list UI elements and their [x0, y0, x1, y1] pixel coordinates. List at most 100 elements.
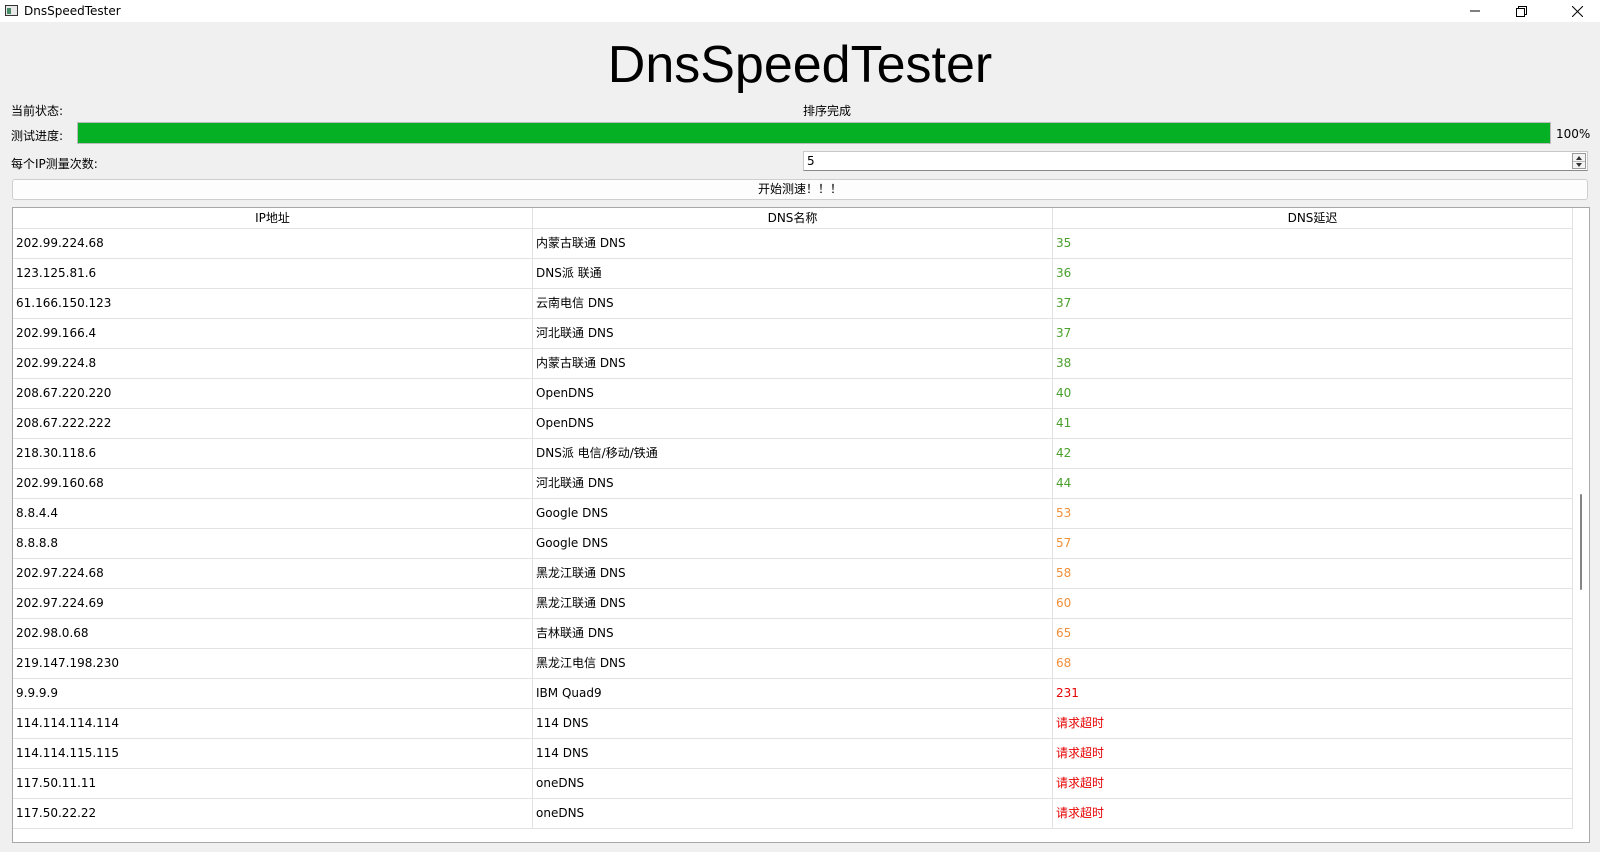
cell-dns-name[interactable]: OpenDNS	[533, 409, 1053, 438]
cell-ip[interactable]: 202.99.224.68	[13, 229, 533, 258]
cell-latency[interactable]: 请求超时	[1053, 769, 1573, 798]
title-bar: DnsSpeedTester	[0, 0, 1600, 22]
page-title: DnsSpeedTester	[607, 36, 993, 94]
cell-ip[interactable]: 9.9.9.9	[13, 679, 533, 708]
cell-dns-name[interactable]: 河北联通 DNS	[533, 469, 1053, 498]
table-row[interactable]: 202.99.224.68 内蒙古联通 DNS 35	[13, 229, 1573, 259]
table-row[interactable]: 208.67.220.220 OpenDNS 40	[13, 379, 1573, 409]
cell-ip[interactable]: 117.50.22.22	[13, 799, 533, 828]
cell-latency[interactable]: 37	[1053, 319, 1573, 348]
cell-dns-name[interactable]: DNS派 联通	[533, 259, 1053, 288]
cell-latency[interactable]: 请求超时	[1053, 709, 1573, 738]
cell-dns-name[interactable]: 114 DNS	[533, 709, 1053, 738]
table-row[interactable]: 117.50.11.11 oneDNS 请求超时	[13, 769, 1573, 799]
cell-ip[interactable]: 61.166.150.123	[13, 289, 533, 318]
cell-latency[interactable]: 65	[1053, 619, 1573, 648]
cell-latency[interactable]: 44	[1053, 469, 1573, 498]
cell-latency[interactable]: 68	[1053, 649, 1573, 678]
cell-dns-name[interactable]: OpenDNS	[533, 379, 1053, 408]
cell-dns-name[interactable]: oneDNS	[533, 769, 1053, 798]
cell-ip[interactable]: 114.114.115.115	[13, 739, 533, 768]
cell-latency[interactable]: 40	[1053, 379, 1573, 408]
cell-ip[interactable]: 8.8.8.8	[13, 529, 533, 558]
status-label: 当前状态:	[11, 104, 64, 118]
cell-ip[interactable]: 208.67.220.220	[13, 379, 533, 408]
cell-dns-name[interactable]: 黑龙江电信 DNS	[533, 649, 1053, 678]
cell-dns-name[interactable]: 黑龙江联通 DNS	[533, 589, 1053, 618]
table-row[interactable]: 9.9.9.9 IBM Quad9 231	[13, 679, 1573, 709]
status-value: 排序完成	[803, 104, 852, 118]
cell-ip[interactable]: 114.114.114.114	[13, 709, 533, 738]
column-header-ip[interactable]: IP地址	[13, 208, 533, 228]
cell-latency[interactable]: 58	[1053, 559, 1573, 588]
table-row[interactable]: 218.30.118.6 DNS派 电信/移动/铁通 42	[13, 439, 1573, 469]
cell-ip[interactable]: 202.98.0.68	[13, 619, 533, 648]
cell-latency[interactable]: 57	[1053, 529, 1573, 558]
table-row[interactable]: 61.166.150.123 云南电信 DNS 37	[13, 289, 1573, 319]
table-row[interactable]: 208.67.222.222 OpenDNS 41	[13, 409, 1573, 439]
table-row[interactable]: 202.98.0.68 吉林联通 DNS 65	[13, 619, 1573, 649]
cell-latency[interactable]: 请求超时	[1053, 799, 1573, 828]
cell-dns-name[interactable]: 内蒙古联通 DNS	[533, 229, 1053, 258]
cell-ip[interactable]: 219.147.198.230	[13, 649, 533, 678]
cell-dns-name[interactable]: Google DNS	[533, 529, 1053, 558]
table-row[interactable]: 114.114.115.115 114 DNS 请求超时	[13, 739, 1573, 769]
scrollbar-thumb[interactable]	[1580, 494, 1582, 590]
cell-ip[interactable]: 123.125.81.6	[13, 259, 533, 288]
cell-latency[interactable]: 请求超时	[1053, 739, 1573, 768]
window-title: DnsSpeedTester	[24, 4, 121, 18]
minimize-button[interactable]	[1452, 0, 1498, 22]
cell-dns-name[interactable]: Google DNS	[533, 499, 1053, 528]
cell-latency[interactable]: 41	[1053, 409, 1573, 438]
cell-ip[interactable]: 202.99.160.68	[13, 469, 533, 498]
table-row[interactable]: 202.99.224.8 内蒙古联通 DNS 38	[13, 349, 1573, 379]
table-row[interactable]: 202.99.166.4 河北联通 DNS 37	[13, 319, 1573, 349]
count-spinbox[interactable]: 5	[803, 151, 1588, 171]
table-row[interactable]: 8.8.8.8 Google DNS 57	[13, 529, 1573, 559]
cell-dns-name[interactable]: DNS派 电信/移动/铁通	[533, 439, 1053, 468]
column-header-latency[interactable]: DNS延迟	[1053, 208, 1573, 228]
cell-latency[interactable]: 42	[1053, 439, 1573, 468]
count-value[interactable]: 5	[807, 154, 815, 168]
restore-icon	[1515, 5, 1527, 17]
cell-dns-name[interactable]: 河北联通 DNS	[533, 319, 1053, 348]
cell-ip[interactable]: 8.8.4.4	[13, 499, 533, 528]
cell-ip[interactable]: 202.97.224.68	[13, 559, 533, 588]
start-test-button[interactable]: 开始测速！！！	[12, 179, 1588, 200]
cell-latency[interactable]: 60	[1053, 589, 1573, 618]
cell-dns-name[interactable]: 内蒙古联通 DNS	[533, 349, 1053, 378]
table-row[interactable]: 202.97.224.69 黑龙江联通 DNS 60	[13, 589, 1573, 619]
cell-latency[interactable]: 35	[1053, 229, 1573, 258]
maximize-button[interactable]	[1498, 0, 1544, 22]
close-icon	[1571, 5, 1583, 17]
cell-ip[interactable]: 208.67.222.222	[13, 409, 533, 438]
table-row[interactable]: 117.50.22.22 oneDNS 请求超时	[13, 799, 1573, 829]
column-header-name[interactable]: DNS名称	[533, 208, 1053, 228]
table-row[interactable]: 123.125.81.6 DNS派 联通 36	[13, 259, 1573, 289]
close-button[interactable]	[1554, 0, 1600, 22]
cell-latency[interactable]: 38	[1053, 349, 1573, 378]
cell-dns-name[interactable]: 黑龙江联通 DNS	[533, 559, 1053, 588]
cell-dns-name[interactable]: 吉林联通 DNS	[533, 619, 1053, 648]
cell-ip[interactable]: 202.97.224.69	[13, 589, 533, 618]
table-row[interactable]: 219.147.198.230 黑龙江电信 DNS 68	[13, 649, 1573, 679]
table-row[interactable]: 202.97.224.68 黑龙江联通 DNS 58	[13, 559, 1573, 589]
table-row[interactable]: 202.99.160.68 河北联通 DNS 44	[13, 469, 1573, 499]
cell-dns-name[interactable]: 114 DNS	[533, 739, 1053, 768]
table-row[interactable]: 8.8.4.4 Google DNS 53	[13, 499, 1573, 529]
vertical-scrollbar[interactable]	[1573, 208, 1589, 842]
cell-dns-name[interactable]: IBM Quad9	[533, 679, 1053, 708]
cell-latency[interactable]: 36	[1053, 259, 1573, 288]
spin-down-button[interactable]	[1573, 161, 1585, 168]
cell-latency[interactable]: 37	[1053, 289, 1573, 318]
count-label: 每个IP测量次数:	[11, 157, 98, 171]
cell-dns-name[interactable]: 云南电信 DNS	[533, 289, 1053, 318]
cell-ip[interactable]: 202.99.166.4	[13, 319, 533, 348]
cell-dns-name[interactable]: oneDNS	[533, 799, 1053, 828]
cell-latency[interactable]: 53	[1053, 499, 1573, 528]
cell-ip[interactable]: 117.50.11.11	[13, 769, 533, 798]
table-row[interactable]: 114.114.114.114 114 DNS 请求超时	[13, 709, 1573, 739]
cell-latency[interactable]: 231	[1053, 679, 1573, 708]
cell-ip[interactable]: 218.30.118.6	[13, 439, 533, 468]
cell-ip[interactable]: 202.99.224.8	[13, 349, 533, 378]
